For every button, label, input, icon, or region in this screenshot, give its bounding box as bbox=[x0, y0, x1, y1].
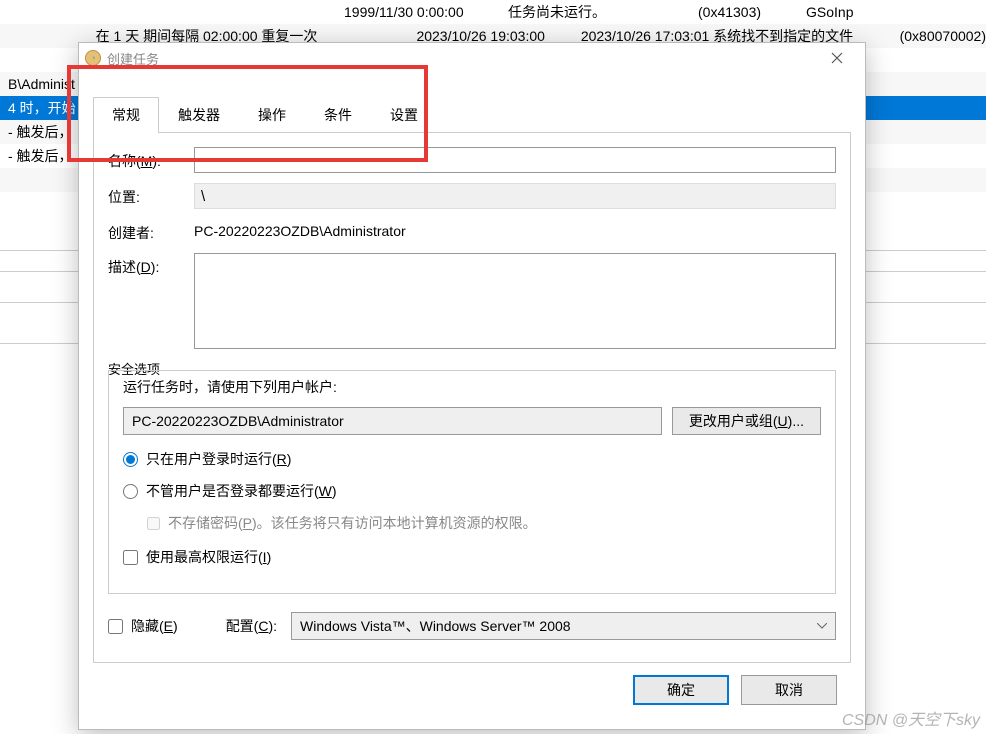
app-icon: ◔ bbox=[85, 50, 101, 66]
check-do-not-store-password: 不存储密码(P)。该任务将只有访问本地计算机资源的权限。 bbox=[147, 513, 821, 533]
description-textarea[interactable] bbox=[194, 253, 836, 349]
dialog-title: 创建任务 bbox=[107, 49, 815, 68]
configure-for-select[interactable]: Windows Vista™、Windows Server™ 2008 bbox=[291, 612, 836, 640]
tab-actions[interactable]: 操作 bbox=[239, 97, 305, 132]
cell: (0x80070002) bbox=[900, 28, 986, 44]
creator-label: 创建者: bbox=[108, 219, 194, 243]
account-label: 运行任务时，请使用下列用户帐户: bbox=[123, 377, 821, 397]
description-label: 描述(D): bbox=[108, 253, 194, 277]
change-user-button[interactable]: 更改用户或组(U)... bbox=[672, 407, 821, 435]
account-value: PC-20220223OZDB\Administrator bbox=[123, 407, 662, 435]
location-label: 位置: bbox=[108, 183, 194, 207]
checkbox-input[interactable] bbox=[123, 550, 138, 565]
cell: (0x41303) bbox=[698, 4, 806, 20]
tab-triggers[interactable]: 触发器 bbox=[159, 97, 239, 132]
check-highest-privileges[interactable]: 使用最高权限运行(I) bbox=[123, 547, 821, 567]
cell: 任务尚未运行。 bbox=[508, 2, 698, 22]
tab-settings[interactable]: 设置 bbox=[371, 97, 437, 132]
creator-value: PC-20220223OZDB\Administrator bbox=[194, 219, 836, 239]
security-group: 运行任务时，请使用下列用户帐户: PC-20220223OZDB\Adminis… bbox=[108, 370, 836, 594]
close-button[interactable] bbox=[815, 44, 859, 72]
tab-conditions[interactable]: 条件 bbox=[305, 97, 371, 132]
check-hidden[interactable]: 隐藏(E) bbox=[108, 616, 178, 636]
radio-run-when-logged-on[interactable]: 只在用户登录时运行(R) bbox=[123, 449, 821, 469]
close-icon bbox=[831, 52, 843, 64]
tabs: 常规 触发器 操作 条件 设置 bbox=[93, 97, 851, 133]
cell: 1999/11/30 0:00:00 bbox=[344, 4, 508, 20]
cancel-button[interactable]: 取消 bbox=[741, 675, 837, 705]
bg-row: 1999/11/30 0:00:00 任务尚未运行。 (0x41303) GSo… bbox=[0, 0, 986, 24]
tab-panel-general: 名称(M): 位置: \ 创建者: PC-20220223OZDB\Admini… bbox=[93, 133, 851, 663]
configure-for-label: 配置(C): bbox=[226, 616, 277, 636]
tab-general[interactable]: 常规 bbox=[93, 97, 159, 133]
titlebar: ◔ 创建任务 bbox=[79, 43, 865, 73]
name-input[interactable] bbox=[194, 147, 836, 173]
ok-button[interactable]: 确定 bbox=[633, 675, 729, 705]
checkbox-input bbox=[147, 517, 160, 530]
create-task-dialog: ◔ 创建任务 常规 触发器 操作 条件 设置 名称(M): 位置: \ bbox=[78, 42, 866, 730]
name-label: 名称(M): bbox=[108, 147, 194, 171]
cell: GSoInp bbox=[806, 4, 986, 20]
checkbox-input[interactable] bbox=[108, 619, 123, 634]
dialog-actions: 确定 取消 bbox=[93, 663, 851, 717]
radio-run-whether-logged-on[interactable]: 不管用户是否登录都要运行(W) bbox=[123, 481, 821, 501]
location-value: \ bbox=[194, 183, 836, 209]
radio-input[interactable] bbox=[123, 452, 138, 467]
radio-input[interactable] bbox=[123, 484, 138, 499]
